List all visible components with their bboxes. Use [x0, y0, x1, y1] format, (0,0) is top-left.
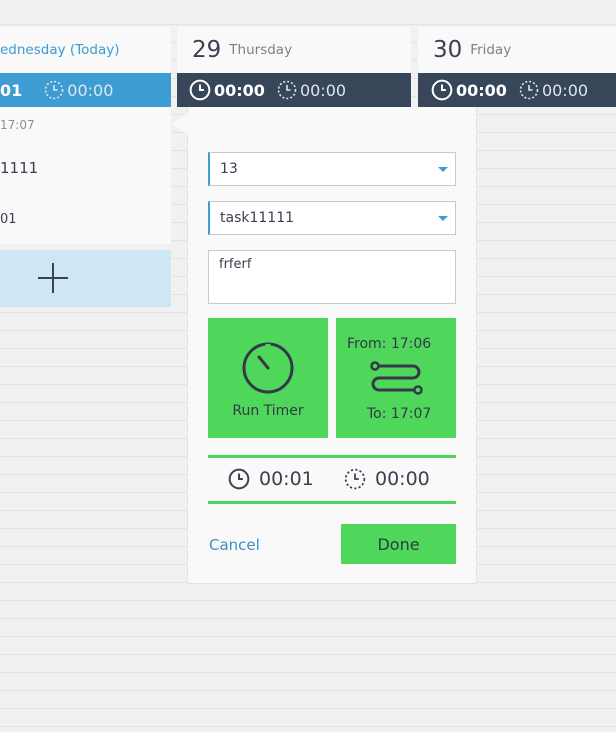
time-range-button[interactable]: From: 17:06 To: 17:07 — [336, 318, 456, 438]
tracked-time-value: 00:01 — [259, 468, 314, 490]
clock-icon — [189, 79, 211, 101]
tracked-total: 00:00 — [431, 79, 507, 101]
day-header-thursday: 29 Thursday — [177, 27, 411, 73]
dashed-clock-icon — [344, 468, 366, 490]
entry-time: 17:07 — [0, 118, 35, 132]
day-number: 30 — [433, 37, 463, 63]
from-value: 17:06 — [390, 336, 432, 352]
cancel-button[interactable]: Cancel — [209, 536, 260, 554]
from-time: From: 17:06 — [347, 336, 431, 352]
day-header-wednesday: ednesday (Today) — [0, 27, 171, 73]
day-totals-bar: 00:00 00:00 — [177, 73, 411, 107]
time-entry-card[interactable]: 17:07 1111 01 — [0, 107, 171, 244]
timer-icon — [242, 342, 294, 394]
project-select-value: 13 — [220, 161, 238, 177]
day-name: Thursday — [229, 42, 293, 58]
planned-time: 00:00 — [344, 468, 430, 490]
planned-value: 00:00 — [541, 80, 589, 100]
tracked-time: 00:01 — [228, 468, 314, 490]
task-select-value: task11111 — [220, 210, 295, 226]
planned-total: 00:00 — [519, 80, 588, 100]
dashed-clock-icon — [44, 80, 64, 100]
clock-icon — [228, 468, 250, 490]
day-totals-bar: 00:00 00:00 — [418, 73, 616, 107]
route-icon — [370, 361, 423, 395]
done-button[interactable]: Done — [341, 524, 456, 564]
planned-time-value: 00:00 — [375, 468, 430, 490]
to-time: To: 17:07 — [367, 406, 431, 422]
entry-task: 1111 — [0, 159, 39, 177]
run-timer-label: Run Timer — [232, 403, 304, 419]
chevron-down-icon — [438, 216, 448, 221]
dashed-clock-icon — [519, 80, 539, 100]
plus-icon — [38, 263, 68, 293]
notes-field[interactable] — [208, 250, 456, 304]
to-label: To: — [367, 406, 387, 422]
run-timer-button[interactable]: Run Timer — [208, 318, 328, 438]
planned-total: 00:00 — [277, 80, 346, 100]
popover-arrow — [172, 113, 188, 135]
day-name: ednesday (Today) — [0, 42, 120, 58]
planned-total: 00:00 — [44, 80, 113, 100]
entry-duration: 01 — [0, 212, 17, 227]
day-name: Friday — [470, 42, 512, 58]
to-value: 17:07 — [390, 406, 432, 422]
task-select[interactable]: task11111 — [208, 201, 456, 235]
day-number: 29 — [192, 37, 222, 63]
tracked-value: 00:00 — [456, 80, 507, 100]
planned-value: 00:00 — [299, 80, 347, 100]
day-header-friday: 30 Friday — [418, 27, 616, 73]
tracked-total: 00:00 — [189, 79, 265, 101]
tracked-value: 00:00 — [214, 80, 265, 100]
project-select[interactable]: 13 — [208, 152, 456, 186]
day-totals-bar: 01 00:00 — [0, 73, 171, 107]
from-label: From: — [347, 336, 387, 352]
entry-summary: 00:01 00:00 — [208, 455, 456, 504]
dashed-clock-icon — [277, 80, 297, 100]
tracked-total: 01 — [0, 81, 22, 100]
tracked-value: 01 — [0, 80, 23, 100]
planned-value: 00:00 — [67, 80, 114, 100]
chevron-down-icon — [438, 167, 448, 172]
add-entry-button[interactable] — [0, 250, 171, 307]
clock-icon — [431, 79, 453, 101]
